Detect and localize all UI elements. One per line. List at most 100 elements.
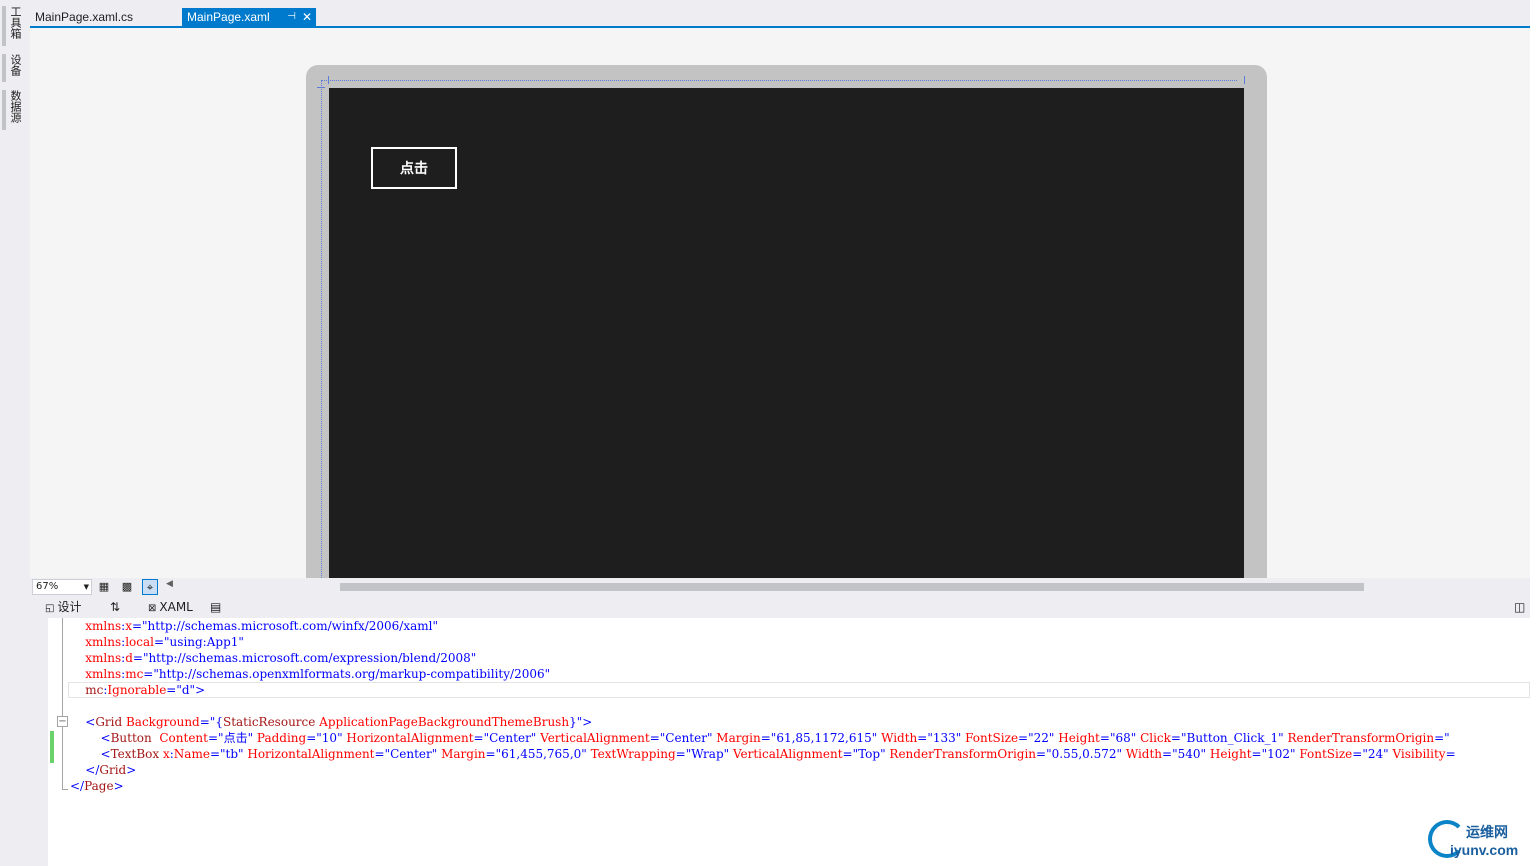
tab-xaml[interactable]: ⊠ XAML [148,599,193,617]
code-token: = [1434,731,1445,745]
code-token: x [125,619,132,633]
grid-icon[interactable]: ▦ [96,579,112,595]
code-token: Page [84,779,114,793]
code-token: = [1036,747,1047,761]
page-canvas[interactable]: 点击 [329,88,1244,578]
code-token: = [132,651,143,665]
code-token: Height [1206,747,1252,761]
code-token: "68" [1109,731,1137,745]
zoom-value: 67% [36,581,59,592]
code-token: Name [173,747,210,761]
code-line[interactable]: mc:Ignorable="d"> [70,682,205,698]
code-token: Grid [95,715,123,729]
xaml-code-editor[interactable]: − xmlns:x="http://schemas.microsoft.com/… [30,618,1530,866]
code-token: Grid [99,763,127,777]
code-line[interactable]: <Grid Background="{StaticResource Applic… [70,714,592,730]
code-token: = [1099,731,1110,745]
pin-icon[interactable]: ⊣ [287,8,296,26]
code-token: "Center" [659,731,713,745]
code-token: Width [1122,747,1163,761]
tab-label: MainPage.xaml.cs [35,10,134,24]
code-token: = [153,635,165,649]
snap-grid-icon[interactable]: ▩ [119,579,135,595]
snap-lines-icon[interactable]: ⌖ [142,579,158,595]
design-view-icon: ◱ [45,603,55,614]
code-token: "22" [1028,731,1055,745]
collapse-pane-icon[interactable]: ▤ [210,599,221,615]
code-token: "10" [316,731,343,745]
tab-label: MainPage.xaml [187,10,270,24]
code-token: < [85,715,96,729]
code-token: xmlns [70,635,122,649]
tab-mainpage-xaml[interactable]: MainPage.xaml ⊣ ✕ [182,8,316,26]
code-token: "tb" [220,747,244,761]
page-click-button[interactable]: 点击 [371,147,457,189]
code-token: Ignorable [107,683,167,697]
code-token: "Wrap" [685,747,730,761]
zoom-select[interactable]: 67% ▼ [32,579,92,595]
change-tracking-marker [50,731,54,763]
code-token: "d" [176,683,196,697]
tab-design[interactable]: ◱ 设计 [45,599,81,617]
layout-guide-vertical [321,80,322,578]
code-token: { [215,715,223,729]
code-token: "点击" [218,731,254,745]
code-token: FontSize [1295,747,1353,761]
designer-toolbar: 67% ▼ ▦ ▩ ⌖ ◀ [30,578,1530,596]
code-line[interactable]: xmlns:local="using:App1" [70,634,244,650]
code-token: Margin [437,747,486,761]
collapse-region-icon[interactable]: − [57,716,68,727]
code-token: = [374,747,385,761]
code-token: = [917,731,928,745]
horizontal-scrollbar-thumb[interactable] [340,583,1364,591]
code-token: < [100,731,111,745]
code-line[interactable]: </Grid> [70,762,136,778]
code-token: </ [70,779,85,793]
editor-gutter [30,618,48,866]
xaml-view-icon: ⊠ [148,603,157,614]
code-token: Button [110,731,152,745]
code-token: Click [1136,731,1171,745]
scroll-left-icon[interactable]: ◀ [166,579,173,589]
code-token: x [159,747,170,761]
design-tab-label: 设计 [57,600,82,614]
code-token: = [209,747,220,761]
code-token: "using:App1" [164,635,244,649]
code-token: = [306,731,317,745]
code-line[interactable]: <TextBox x:Name="tb" HorizontalAlignment… [70,746,1456,762]
code-token: VerticalAlignment [536,731,650,745]
code-token: "24" [1362,747,1389,761]
split-vertical-icon[interactable]: ◫ [1514,599,1525,615]
code-token: = [842,747,853,761]
code-token: "61,85,1172,615" [770,731,878,745]
code-token: HorizontalAlignment [243,747,375,761]
code-token: < [100,747,111,761]
device-frame: 点击 [306,65,1267,578]
code-token: xmlns [70,651,122,665]
code-token: = [760,731,771,745]
code-line[interactable]: xmlns:x="http://schemas.microsoft.com/wi… [70,618,438,634]
code-token: = [1445,747,1456,761]
close-icon[interactable]: ✕ [302,8,312,26]
design-surface[interactable]: 点击 [30,28,1530,578]
code-token: "Center" [483,731,537,745]
watermark-cn: 运维网 [1466,825,1508,841]
code-token: "Button_Click_1" [1180,731,1284,745]
code-token: = [649,731,660,745]
swap-panes-button[interactable]: ⇅ [110,599,120,615]
code-token: xmlns [70,667,122,681]
code-line[interactable]: <Button Content="点击" Padding="10" Horizo… [70,730,1450,746]
code-token: = [1170,731,1181,745]
code-token: Background [122,715,200,729]
tab-mainpage-xaml-cs[interactable]: MainPage.xaml.cs [30,8,176,26]
code-line[interactable]: xmlns:d="http://schemas.microsoft.com/ex… [70,650,476,666]
code-line[interactable]: </Page> [70,778,124,794]
code-token: "102" [1261,747,1296,761]
side-tab-data-sources[interactable]: 数据源 [2,90,22,130]
side-tab-toolbox[interactable]: 工具箱 [2,6,22,46]
guide-tick [317,87,325,88]
code-line[interactable]: xmlns:mc="http://schemas.openxmlformats.… [70,666,550,682]
side-tab-device[interactable]: 设备 [2,54,22,82]
code-token: VerticalAlignment [729,747,843,761]
